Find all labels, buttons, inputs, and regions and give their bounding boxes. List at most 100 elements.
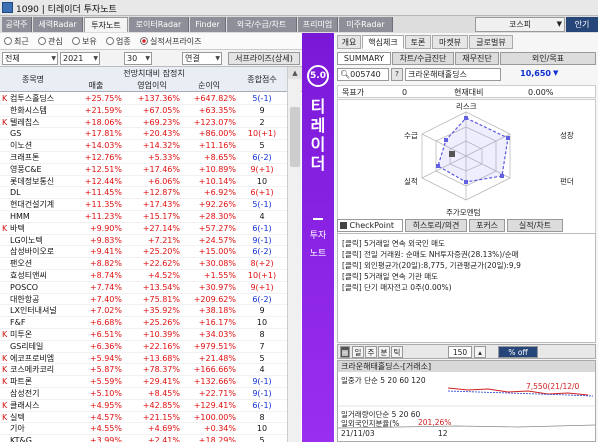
- stock-name[interactable]: 실텍: [10, 412, 64, 424]
- stock-name[interactable]: 효성티앤씨: [10, 270, 64, 282]
- subtab-chart-supply[interactable]: 차트/수급진단: [392, 52, 454, 65]
- tab-globalview[interactable]: 글로벌뷰: [469, 35, 513, 49]
- stock-name[interactable]: 미투온: [10, 329, 64, 341]
- table-row[interactable]: POSCO +7.74% +13.54% +30.97% 9(+1): [0, 282, 302, 294]
- col-op-header[interactable]: 영업이익: [124, 80, 180, 91]
- tab-earnings-chart[interactable]: 실적/차트: [507, 219, 563, 232]
- stock-name[interactable]: POSCO: [10, 282, 64, 294]
- table-row[interactable]: 크래프톤 +12.76% +5.33% +8.65% 6(-2): [0, 152, 302, 164]
- stock-name[interactable]: 영풍C&E: [10, 164, 64, 176]
- radio-watch[interactable]: 관심: [38, 36, 63, 47]
- percent-toggle[interactable]: % off: [498, 346, 538, 358]
- lookup-button[interactable]: ?: [391, 68, 403, 81]
- tab-checkpoint[interactable]: CheckPoint: [337, 219, 403, 232]
- table-row[interactable]: 대한항공 +7.40% +75.81% +209.62% 6(-2): [0, 294, 302, 306]
- nav-tab[interactable]: 공략주: [2, 17, 32, 32]
- subtab-summary[interactable]: SUMMARY: [337, 52, 391, 65]
- stock-name[interactable]: 기아: [10, 423, 64, 435]
- period-day-button[interactable]: 일: [352, 346, 364, 358]
- nav-tab[interactable]: 프리미엄: [298, 17, 338, 32]
- checkpoint-item[interactable]: [클릭] 전일 거래원: 순매도 NH투자증권(28.13%)/순매: [342, 249, 592, 260]
- table-row[interactable]: 삼성바이오로 +9.41% +25.20% +15.00% 6(-2): [0, 246, 302, 259]
- col-score-header[interactable]: 종합점수: [238, 74, 286, 85]
- radio-recent[interactable]: 최근: [4, 36, 29, 47]
- year-select[interactable]: 2021 ▼: [60, 52, 100, 65]
- subtab-finance[interactable]: 재무진단: [455, 52, 499, 65]
- stock-name[interactable]: LX인터내셔널: [10, 305, 64, 317]
- table-row[interactable]: K 컴투스홀딩스 +25.75% +137.36% +647.82% 5(-1): [0, 93, 302, 105]
- table-row[interactable]: 현대건설기계 +11.35% +17.43% +92.26% 5(-1): [0, 199, 302, 211]
- table-row[interactable]: GS리테일 +6.36% +22.16% +979.51% 7: [0, 341, 302, 353]
- stock-name[interactable]: 에코프로비엠: [10, 353, 64, 365]
- stock-name[interactable]: KT&G: [10, 435, 64, 442]
- stock-name[interactable]: 바텍: [10, 223, 64, 235]
- stock-name[interactable]: 코스메카코리: [10, 364, 64, 376]
- table-row[interactable]: 한화시스템 +21.59% +67.05% +63.35% 9: [0, 105, 302, 117]
- market-filter-select[interactable]: 전체 ▼: [2, 52, 58, 65]
- stock-name[interactable]: 텔레칩스: [10, 117, 64, 129]
- stock-name[interactable]: 현대건설기계: [10, 199, 64, 211]
- stock-name[interactable]: LG이노텍: [10, 235, 64, 247]
- table-row[interactable]: 기아 +4.55% +4.69% +0.34% 10: [0, 423, 302, 436]
- nav-tab[interactable]: 로이터Radar: [129, 17, 189, 32]
- bar-count-spinner-icon[interactable]: ▴: [474, 346, 486, 358]
- table-scrollbar[interactable]: ▲: [287, 67, 302, 442]
- table-row[interactable]: K 실텍 +4.57% +21.15% +100.00% 8: [0, 412, 302, 424]
- tab-keycheck[interactable]: 핵심체크: [362, 35, 404, 49]
- tab-overview[interactable]: 개요: [337, 35, 361, 49]
- stock-name[interactable]: F&F: [10, 317, 64, 329]
- chart-menu-icon[interactable]: ▦: [340, 346, 350, 358]
- table-row[interactable]: 삼성전기 +5.10% +8.45% +22.71% 9(-1): [0, 388, 302, 400]
- table-row[interactable]: K 바텍 +9.90% +27.14% +57.27% 6(-1): [0, 223, 302, 235]
- consolidation-select[interactable]: 연결 ▼: [182, 52, 222, 65]
- tab-history[interactable]: 히스토리/의견: [405, 219, 467, 232]
- subtab-foreign-target[interactable]: 외인/목표: [500, 52, 596, 65]
- radio-hold[interactable]: 보유: [72, 36, 97, 47]
- checkpoint-item[interactable]: [클릭] 5거래일 연속 기관 매도: [342, 271, 592, 282]
- period-tick-button[interactable]: 틱: [391, 346, 403, 358]
- table-row[interactable]: 효성티앤씨 +8.74% +4.52% +1.55% 10(+1): [0, 270, 302, 282]
- checkpoint-item[interactable]: [클릭] 5거래일 연속 외국인 매도: [342, 238, 592, 249]
- surprise-detail-button[interactable]: 서프라이즈(상세): [228, 52, 300, 65]
- table-row[interactable]: K 파트론 +5.59% +29.41% +132.66% 9(-1): [0, 376, 302, 388]
- nav-tab[interactable]: 미주Radar: [339, 17, 393, 32]
- table-row[interactable]: 롯데정보통신 +12.44% +6.06% +10.14% 10: [0, 176, 302, 188]
- radio-surprise[interactable]: 실적서프라이즈: [140, 36, 202, 47]
- table-row[interactable]: 팬오션 +8.82% +22.62% +30.08% 8(+2): [0, 258, 302, 270]
- table-row[interactable]: LX인터내셔널 +7.02% +35.92% +38.18% 9: [0, 305, 302, 318]
- stock-name[interactable]: 대한항공: [10, 294, 64, 306]
- stock-name[interactable]: GS리테일: [10, 341, 64, 353]
- period-minute-button[interactable]: 분: [378, 346, 390, 358]
- table-row[interactable]: 이노션 +14.03% +14.32% +11.16% 5: [0, 140, 302, 152]
- stock-name[interactable]: 삼성바이오로: [10, 246, 64, 258]
- checkpoint-item[interactable]: [클릭] 외인평균가(20일):8,775, 기관평균가(20일):9,9: [342, 260, 592, 271]
- table-row[interactable]: K 텔레칩스 +18.06% +69.23% +123.07% 2: [0, 117, 302, 129]
- table-row[interactable]: KT&G +3.99% +2.41% +18.29% 5: [0, 435, 302, 442]
- period-number-select[interactable]: 30 ▼: [124, 52, 152, 65]
- stock-name[interactable]: 롯데정보통신: [10, 176, 64, 188]
- col-net-header[interactable]: 순이익: [182, 80, 236, 91]
- stock-code-input[interactable]: 🔍︎005740: [337, 68, 389, 81]
- bar-count-input[interactable]: 150: [448, 346, 472, 358]
- table-row[interactable]: HMM +11.23% +15.17% +28.30% 4: [0, 211, 302, 223]
- period-week-button[interactable]: 주: [365, 346, 377, 358]
- stock-name[interactable]: 컴투스홀딩스: [10, 93, 64, 105]
- col-sales-header[interactable]: 매출: [70, 80, 122, 91]
- table-row[interactable]: DL +11.45% +12.87% +6.92% 6(+1): [0, 187, 302, 200]
- nav-tab[interactable]: 외국/수급/차트: [227, 17, 297, 32]
- market-select[interactable]: 코스피 ▼: [475, 17, 565, 32]
- table-row[interactable]: GS +17.81% +20.43% +86.00% 10(+1): [0, 128, 302, 141]
- stock-name[interactable]: 팬오션: [10, 258, 64, 270]
- table-row[interactable]: F&F +6.68% +25.26% +16.17% 10: [0, 317, 302, 329]
- tab-marketview[interactable]: 마켓뷰: [432, 35, 468, 49]
- tab-focus[interactable]: 포커스: [469, 219, 505, 232]
- stock-name[interactable]: 파트론: [10, 376, 64, 388]
- scroll-up-icon[interactable]: ▲: [288, 67, 302, 79]
- nav-tab-active[interactable]: 투자노트: [84, 17, 128, 32]
- stock-name[interactable]: 이노션: [10, 140, 64, 152]
- stock-name[interactable]: GS: [10, 128, 64, 140]
- table-row[interactable]: K 클래시스 +4.95% +42.85% +129.41% 6(-1): [0, 400, 302, 412]
- stock-name[interactable]: DL: [10, 187, 64, 199]
- stock-name[interactable]: 클래시스: [10, 400, 64, 412]
- col-name-header[interactable]: 종목명: [0, 74, 66, 85]
